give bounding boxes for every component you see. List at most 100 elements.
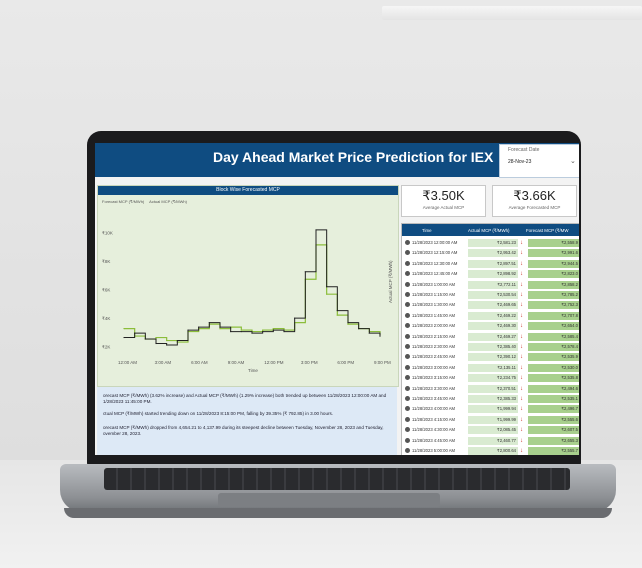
table-row[interactable]: 11/28/2023 12:15:00 AM ₹2,953.42 ↓ ₹2,991.6 <box>402 248 579 258</box>
row-status-icon <box>405 281 410 287</box>
data-point <box>219 326 221 328</box>
smart-narrative-panel: orecast MCP (₹/MWh) (3.62% increase) and… <box>97 387 397 455</box>
date-slicer-value: 28-Nov-23 <box>508 159 532 165</box>
row-forecast: ₹2,535.8 <box>528 374 579 383</box>
data-point <box>123 327 125 330</box>
table-header: Time Actual MCP (₹/MWh) Forecast MCP (₹/… <box>402 224 579 236</box>
forecast-date-slicer[interactable]: Forecast Date 28-Nov-23 ⌄ <box>499 144 579 178</box>
table-row[interactable]: 11/28/2023 3:15:00 AM ₹2,234.75 ↓ ₹2,535.8 <box>402 373 579 383</box>
row-actual: ₹2,390.12 <box>468 353 518 362</box>
row-forecast: ₹2,496.7 <box>528 405 579 414</box>
row-status-icon <box>405 292 410 297</box>
data-point <box>262 330 264 333</box>
table-row[interactable]: 11/28/2023 2:15:00 AM ₹2,469.27 ↓ ₹2,585.4 <box>402 332 579 342</box>
table-row[interactable]: 11/28/2023 2:00:00 AM ₹2,469.30 ↓ ₹2,654.0 <box>402 321 579 331</box>
data-point <box>123 336 125 339</box>
table-row[interactable]: 11/28/2023 5:00:00 AM ₹2,800.64 ↓ ₹2,555.7 <box>402 446 579 455</box>
forecast-chart-panel: Block Wise Forecasted MCP Forecast MCP (… <box>97 185 399 387</box>
down-arrow-icon: ↓ <box>520 250 523 257</box>
data-point <box>262 329 264 331</box>
table-row[interactable]: 11/28/2023 1:15:00 AM ₹2,530.54 ↓ ₹2,785.2 <box>402 290 579 300</box>
row-actual: ₹2,530.54 <box>468 291 518 299</box>
table-row[interactable]: 11/28/2023 2:30:00 AM ₹2,385.40 ↓ ₹2,578.4 <box>402 342 579 352</box>
down-arrow-icon: ↓ <box>520 364 523 371</box>
table-row[interactable]: 11/28/2023 12:00:00 AM ₹2,581.23 ↓ ₹2,558.9 <box>402 238 579 248</box>
laptop-keyboard <box>104 468 570 490</box>
col-time[interactable]: Time <box>422 228 432 233</box>
row-actual: ₹2,234.75 <box>468 374 518 383</box>
row-forecast: ₹2,535.1 <box>528 395 579 403</box>
row-time: 11/28/2023 2:30:00 AM <box>412 344 455 349</box>
table-row[interactable]: 11/28/2023 4:30:00 AM ₹2,085.45 ↓ ₹2,607.5 <box>402 425 579 435</box>
row-actual: ₹2,385.33 <box>468 395 518 403</box>
data-point <box>368 332 370 334</box>
row-time: 11/28/2023 12:30:00 AM <box>412 260 458 266</box>
row-status-icon <box>405 250 410 256</box>
table-row[interactable]: 11/28/2023 3:30:00 AM ₹2,370.51 ↓ ₹2,494.6 <box>402 384 579 394</box>
row-time: 11/28/2023 4:30:00 AM <box>412 427 455 433</box>
row-actual: ₹2,469.65 <box>468 301 518 310</box>
down-arrow-icon: ↓ <box>520 333 523 340</box>
row-actual: ₹2,898.92 <box>468 270 518 279</box>
table-row[interactable]: 11/28/2023 2:45:00 AM ₹2,390.12 ↓ ₹2,535.9 <box>402 352 579 362</box>
row-actual: ₹2,469.27 <box>468 332 518 341</box>
row-forecast: ₹2,530.0 <box>528 363 579 372</box>
table-row[interactable]: 11/28/2023 4:15:00 AM ₹1,999.99 ↓ ₹2,555.6 <box>402 415 579 425</box>
kpi-actual: ₹3.50K Average Actual MCP <box>401 185 486 217</box>
data-point <box>272 329 274 331</box>
table-row[interactable]: 11/28/2023 1:30:00 AM ₹2,469.65 ↓ ₹2,752.3 <box>402 300 579 310</box>
row-status-icon <box>405 344 410 349</box>
table-row[interactable]: 11/28/2023 12:45:00 AM ₹2,898.92 ↓ ₹2,823.0 <box>402 269 579 279</box>
data-point <box>358 327 360 330</box>
row-time: 11/28/2023 4:15:00 AM <box>412 416 455 422</box>
row-actual: ₹2,800.64 <box>468 447 518 455</box>
row-actual: ₹2,581.23 <box>468 239 518 247</box>
row-time: 11/28/2023 5:00:00 AM <box>412 448 455 453</box>
down-arrow-icon: ↓ <box>520 437 523 444</box>
table-row[interactable]: 11/28/2023 12:30:00 AM ₹2,897.51 ↓ ₹2,944.5 <box>402 259 579 269</box>
row-status-icon <box>405 448 410 453</box>
row-status-icon <box>405 302 410 308</box>
row-status-icon <box>405 406 410 412</box>
row-forecast: ₹2,607.5 <box>528 426 579 435</box>
col-actual[interactable]: Actual MCP (₹/MWh) <box>468 228 510 234</box>
insight-3: orecast MCP (₹/MWh) dropped from 4,654.2… <box>103 425 384 436</box>
down-arrow-icon: ↓ <box>520 406 523 413</box>
chevron-down-icon[interactable]: ⌄ <box>570 157 576 165</box>
down-arrow-icon: ↓ <box>520 396 523 402</box>
data-point <box>272 327 274 330</box>
table-row[interactable]: 11/28/2023 1:45:00 AM ₹2,469.22 ↓ ₹2,707.8 <box>402 311 579 321</box>
row-time: 11/28/2023 12:15:00 AM <box>412 250 458 256</box>
table-row[interactable]: 11/28/2023 3:45:00 AM ₹2,385.33 ↓ ₹2,535.1 <box>402 394 579 404</box>
col-forecast[interactable]: Forecast MCP (₹/MW <box>526 228 568 234</box>
data-point <box>134 332 136 334</box>
row-actual: ₹1,999.99 <box>468 415 518 424</box>
insight-2: ctual MCP (₹/MWh) started trending down … <box>103 411 334 416</box>
table-row[interactable]: 11/28/2023 4:00:00 AM ₹1,999.94 ↓ ₹2,496.7 <box>402 404 579 414</box>
row-forecast: ₹2,585.4 <box>528 332 579 341</box>
data-point <box>326 293 328 295</box>
row-status-icon <box>405 416 410 422</box>
row-forecast: ₹2,654.0 <box>528 322 579 331</box>
y-axis-label: Actual MCP (₹/MWh) <box>388 260 393 303</box>
row-time: 11/28/2023 2:15:00 AM <box>412 333 455 339</box>
down-arrow-icon: ↓ <box>520 271 523 278</box>
data-point <box>198 326 200 328</box>
row-actual: ₹2,460.77 <box>468 436 518 445</box>
row-forecast: ₹2,858.2 <box>528 280 579 289</box>
table-row[interactable]: 11/28/2023 1:00:00 AM ₹2,772.11 ↓ ₹2,858.2 <box>402 280 579 290</box>
row-status-icon <box>405 385 410 391</box>
row-forecast: ₹2,558.9 <box>528 239 579 247</box>
data-point <box>219 327 221 330</box>
chart-title: Block Wise Forecasted MCP <box>98 186 398 195</box>
row-forecast: ₹2,991.6 <box>528 249 579 258</box>
table-row[interactable]: 11/28/2023 4:45:00 AM ₹2,460.77 ↓ ₹2,655.3 <box>402 436 579 446</box>
row-actual: ₹2,469.30 <box>468 322 518 331</box>
table-row[interactable]: 11/28/2023 3:00:00 AM ₹2,135.11 ↓ ₹2,530.0 <box>402 363 579 373</box>
x-tick-label: 3:00 AM <box>155 360 172 365</box>
row-time: 11/28/2023 1:00:00 AM <box>412 281 455 287</box>
kpi-forecast: ₹3.66K Average Forecasted MCP <box>492 185 577 217</box>
y-tick-label: ₹10K <box>102 231 113 236</box>
row-time: 11/28/2023 3:15:00 AM <box>412 375 455 381</box>
kpi-actual-value: ₹3.50K <box>422 188 465 203</box>
